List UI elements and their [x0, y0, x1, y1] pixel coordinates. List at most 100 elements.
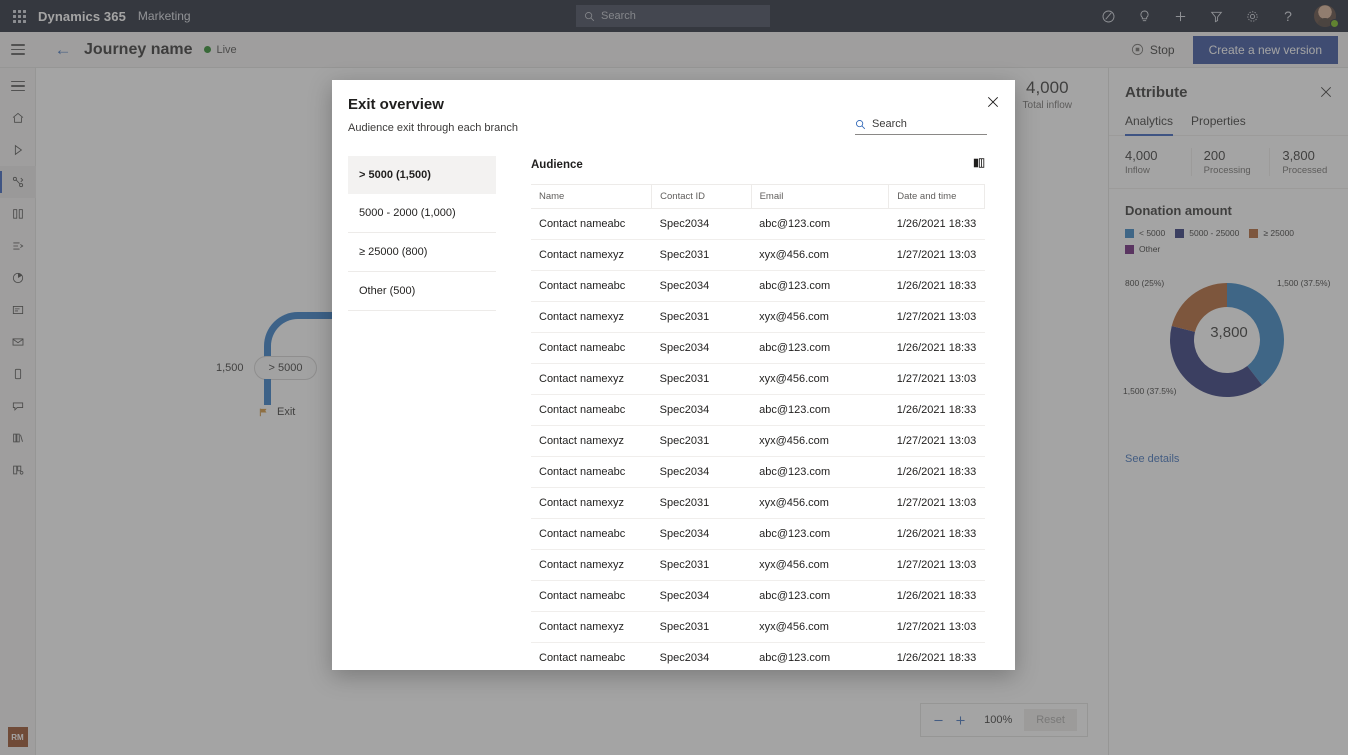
table-cell: Spec2031	[651, 611, 752, 643]
exit-overview-dialog: Exit overview Audience exit through each…	[332, 80, 1015, 670]
dialog-search-placeholder: Search	[872, 118, 907, 130]
table-cell: Spec2034	[651, 332, 752, 364]
column-header-date-time[interactable]: Date and time	[888, 184, 985, 209]
table-cell: 1/27/2021 13:03	[888, 549, 985, 581]
dialog-body: > 5000 (1,500) 5000 - 2000 (1,000) ≥ 25000…	[332, 134, 1015, 670]
table-cell: Contact nameabc	[531, 332, 652, 364]
table-cell: 1/26/2021 18:33	[888, 270, 985, 302]
table-cell: Contact namexyz	[531, 549, 652, 581]
table-row[interactable]: Contact namexyz Spec2031 xyx@456.com 1/27/2…	[531, 425, 985, 457]
table-cell: abc@123.com	[751, 270, 889, 302]
dialog-search-input[interactable]: Search	[855, 118, 987, 135]
table-cell: 1/27/2021 13:03	[888, 363, 985, 395]
table-row[interactable]: Contact namexyz Spec2031 xyx@456.com 1/27/2…	[531, 301, 985, 333]
table-cell: Spec2031	[651, 549, 752, 581]
table-cell: xyx@456.com	[751, 611, 889, 643]
column-options-icon[interactable]	[973, 156, 985, 174]
table-cell: Contact namexyz	[531, 363, 652, 395]
close-icon[interactable]	[987, 96, 999, 110]
table-cell: abc@123.com	[751, 580, 889, 612]
column-header-contact-id[interactable]: Contact ID	[651, 184, 752, 209]
table-cell: 1/27/2021 13:03	[888, 425, 985, 457]
table-row[interactable]: Contact nameabc Spec2034 abc@123.com 1/26/2…	[531, 208, 985, 240]
table-cell: Spec2034	[651, 208, 752, 240]
table-cell: Spec2031	[651, 363, 752, 395]
table-row[interactable]: Contact namexyz Spec2031 xyx@456.com 1/27/2…	[531, 487, 985, 519]
table-cell: 1/26/2021 18:33	[888, 332, 985, 364]
dialog-title: Exit overview	[348, 96, 444, 113]
table-cell: Contact nameabc	[531, 456, 652, 488]
table-cell: 1/26/2021 18:33	[888, 208, 985, 240]
table-row[interactable]: Contact namexyz Spec2031 xyx@456.com 1/27/2…	[531, 363, 985, 395]
table-cell: Spec2034	[651, 580, 752, 612]
table-cell: Spec2031	[651, 239, 752, 271]
table-row[interactable]: Contact namexyz Spec2031 xyx@456.com 1/27/2…	[531, 549, 985, 581]
audience-title: Audience	[531, 159, 583, 171]
table-cell: Spec2034	[651, 270, 752, 302]
branch-item[interactable]: 5000 - 2000 (1,000)	[348, 194, 496, 233]
table-cell: Spec2031	[651, 301, 752, 333]
table-cell: Contact namexyz	[531, 487, 652, 519]
table-cell: Contact nameabc	[531, 518, 652, 550]
table-cell: xyx@456.com	[751, 549, 889, 581]
table-cell: 1/26/2021 18:33	[888, 518, 985, 550]
table-cell: Spec2031	[651, 425, 752, 457]
table-cell: Spec2034	[651, 642, 752, 670]
table-cell: 1/26/2021 18:33	[888, 580, 985, 612]
table-cell: abc@123.com	[751, 394, 889, 426]
table-cell: Contact namexyz	[531, 425, 652, 457]
table-header-row: Name Contact ID Email Date and time	[531, 184, 985, 209]
table-row[interactable]: Contact nameabc Spec2034 abc@123.com 1/26/2…	[531, 456, 985, 488]
table-row[interactable]: Contact nameabc Spec2034 abc@123.com 1/26/2…	[531, 332, 985, 364]
table-cell: 1/27/2021 13:03	[888, 301, 985, 333]
audience-header: Audience	[531, 156, 985, 184]
table-cell: 1/26/2021 18:33	[888, 642, 985, 670]
audience-table: Name Contact ID Email Date and time Cont…	[531, 184, 985, 670]
table-row[interactable]: Contact nameabc Spec2034 abc@123.com 1/26/2…	[531, 518, 985, 550]
table-cell: 1/26/2021 18:33	[888, 456, 985, 488]
search-icon	[856, 119, 866, 129]
table-row[interactable]: Contact namexyz Spec2031 xyx@456.com 1/27/2…	[531, 611, 985, 643]
table-cell: Contact nameabc	[531, 580, 652, 612]
column-header-email[interactable]: Email	[750, 184, 889, 209]
table-row[interactable]: Contact nameabc Spec2034 abc@123.com 1/26/2…	[531, 580, 985, 612]
app-root: Dynamics 365 Marketing Search	[0, 0, 1348, 755]
audience-section: Audience Name Contact ID Email Date and …	[531, 156, 985, 670]
table-cell: abc@123.com	[751, 518, 889, 550]
table-cell: abc@123.com	[751, 332, 889, 364]
table-cell: Contact namexyz	[531, 611, 652, 643]
table-cell: Contact nameabc	[531, 394, 652, 426]
table-cell: xyx@456.com	[751, 239, 889, 271]
table-cell: xyx@456.com	[751, 363, 889, 395]
table-cell: abc@123.com	[751, 456, 889, 488]
table-cell: Spec2034	[651, 518, 752, 550]
audience-table-head: Name Contact ID Email Date and time	[531, 184, 985, 209]
table-cell: Contact nameabc	[531, 270, 652, 302]
table-cell: abc@123.com	[751, 642, 889, 670]
table-row[interactable]: Contact nameabc Spec2034 abc@123.com 1/26/2…	[531, 394, 985, 426]
table-row[interactable]: Contact nameabc Spec2034 abc@123.com 1/26/2…	[531, 270, 985, 302]
table-cell: Contact nameabc	[531, 208, 652, 240]
table-cell: xyx@456.com	[751, 301, 889, 333]
table-cell: Spec2034	[651, 456, 752, 488]
table-cell: 1/26/2021 18:33	[888, 394, 985, 426]
branch-item[interactable]: > 5000 (1,500)	[348, 156, 496, 194]
audience-table-body: Contact nameabc Spec2034 abc@123.com 1/26/2…	[531, 208, 985, 670]
table-cell: abc@123.com	[751, 208, 889, 240]
branch-item[interactable]: ≥ 25000 (800)	[348, 233, 496, 272]
table-cell: 1/27/2021 13:03	[888, 487, 985, 519]
column-header-name[interactable]: Name	[531, 184, 652, 209]
table-row[interactable]: Contact nameabc Spec2034 abc@123.com 1/26/2…	[531, 642, 985, 670]
branch-list: > 5000 (1,500) 5000 - 2000 (1,000) ≥ 25000…	[348, 156, 496, 670]
table-cell: Contact nameabc	[531, 642, 652, 670]
table-cell: Spec2034	[651, 394, 752, 426]
dialog-header: Exit overview Audience exit through each…	[332, 80, 1015, 135]
table-cell: xyx@456.com	[751, 487, 889, 519]
table-row[interactable]: Contact namexyz Spec2031 xyx@456.com 1/27/2…	[531, 239, 985, 271]
table-cell: Contact namexyz	[531, 301, 652, 333]
table-cell: 1/27/2021 13:03	[888, 611, 985, 643]
table-cell: xyx@456.com	[751, 425, 889, 457]
branch-item[interactable]: Other (500)	[348, 272, 496, 311]
table-cell: Contact namexyz	[531, 239, 652, 271]
table-cell: 1/27/2021 13:03	[888, 239, 985, 271]
